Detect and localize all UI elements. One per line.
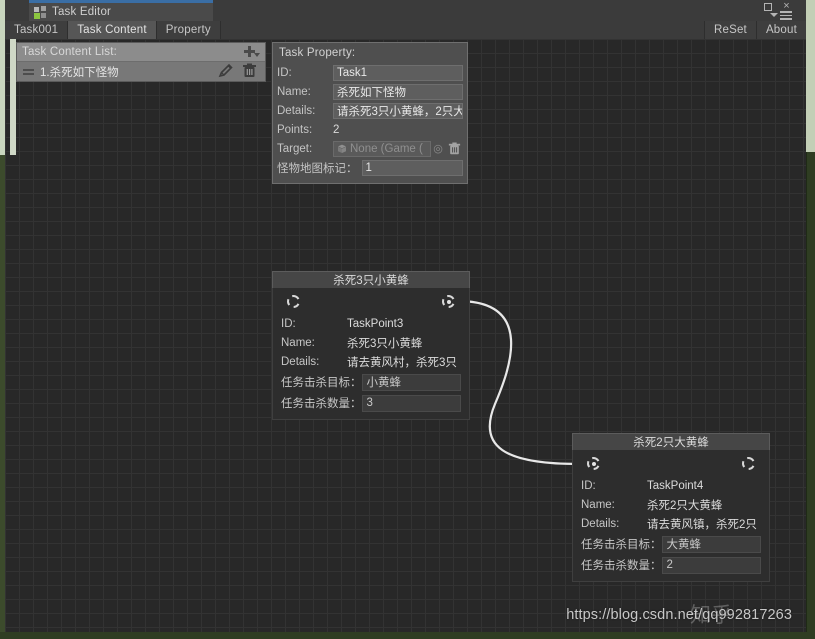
graph-node-taskpoint4[interactable]: 杀死2只大黄蜂 ID: TaskPoint4 Name: 杀死2只大黄蜂 Det…	[572, 433, 770, 582]
graph-node-taskpoint4-field-count-row: 任务击杀数量： 2	[581, 555, 761, 575]
property-row-id: ID: Task1	[277, 64, 463, 81]
graph-node-taskpoint3-label-kill-target: 任务击杀目标：	[281, 374, 362, 390]
graph-node-taskpoint4-row-name: Name: 杀死2只大黄蜂	[581, 495, 761, 514]
pencil-icon[interactable]	[217, 63, 236, 80]
node-graph-canvas[interactable]: Task Content List: 1.杀死如下怪物	[5, 39, 806, 632]
graph-node-taskpoint4-row-details: Details: 请去黄风镇，杀死2只	[581, 514, 761, 533]
graph-node-taskpoint4-input-socket[interactable]	[587, 457, 600, 470]
property-label-id: ID:	[277, 67, 333, 79]
unity-logo-icon	[34, 6, 47, 19]
graph-node-taskpoint3-body: ID: TaskPoint3 Name: 杀死3只小黄蜂 Details: 请去…	[272, 288, 470, 420]
drag-handle-icon[interactable]	[23, 69, 34, 75]
property-label-name: Name:	[277, 86, 333, 98]
property-input-name[interactable]: 杀死如下怪物	[333, 84, 463, 100]
reset-button[interactable]: ReSet	[704, 21, 756, 39]
graph-node-taskpoint4-label-details: Details:	[581, 518, 647, 530]
tab-property[interactable]: Property	[157, 21, 221, 39]
graph-node-taskpoint3-row-id: ID: TaskPoint3	[281, 314, 461, 333]
property-object-field-target[interactable]: None (Game (	[333, 141, 431, 157]
graph-node-taskpoint3[interactable]: 杀死3只小黄蜂 ID: TaskPoint3 Name: 杀死3只小黄蜂 Det…	[272, 271, 470, 420]
graph-node-taskpoint4-value-id: TaskPoint4	[647, 480, 703, 492]
graph-node-taskpoint4-output-socket[interactable]	[742, 457, 755, 470]
title-bar: Task Editor ×	[5, 0, 806, 21]
task-content-list-item-label: 1.杀死如下怪物	[40, 64, 211, 80]
property-label-monster-map-mark: 怪物地图标记：	[277, 160, 358, 176]
property-value-points: 2	[333, 124, 339, 136]
graph-node-taskpoint3-title[interactable]: 杀死3只小黄蜂	[272, 271, 470, 288]
toolbar-right-group: ReSet About	[704, 21, 806, 39]
graph-node-taskpoint3-field-target-row: 任务击杀目标： 小黄蜂	[281, 372, 461, 392]
task-content-list-header: Task Content List:	[17, 43, 265, 61]
property-input-details[interactable]: 请杀死3只小黄蜂，2只大黄	[333, 103, 463, 119]
window-title: Task Editor	[52, 6, 111, 18]
about-button[interactable]: About	[756, 21, 806, 39]
toolbar-spacer	[221, 21, 704, 39]
panel-menu-button[interactable]	[770, 11, 792, 20]
property-object-field-target-value: None (Game (	[350, 143, 423, 155]
task-content-list-panel: Task Content List: 1.杀死如下怪物	[16, 42, 266, 82]
window-frame-bottom	[0, 632, 815, 639]
graph-node-taskpoint3-input-socket[interactable]	[287, 295, 300, 308]
graph-node-taskpoint3-input-kill-target[interactable]: 小黄蜂	[362, 374, 462, 391]
graph-node-taskpoint4-title[interactable]: 杀死2只大黄蜂	[572, 433, 770, 450]
watermark-url: https://blog.csdn.net/qq992817263	[566, 607, 792, 623]
add-task-content-icon[interactable]	[243, 45, 260, 59]
target-trash-icon[interactable]	[445, 142, 463, 156]
property-label-details: Details:	[277, 105, 333, 117]
toolbar: Task001 Task Content Property ReSet Abou…	[5, 21, 806, 39]
graph-node-taskpoint4-input-kill-target[interactable]: 大黄蜂	[662, 536, 762, 553]
graph-node-taskpoint3-output-socket[interactable]	[442, 295, 455, 308]
graph-node-taskpoint4-socket-row	[581, 454, 761, 476]
chevron-down-icon	[770, 13, 778, 17]
property-row-name: Name: 杀死如下怪物	[277, 83, 463, 100]
trash-icon[interactable]	[242, 63, 261, 80]
graph-node-taskpoint4-label-id: ID:	[581, 480, 647, 492]
graph-node-taskpoint3-value-id: TaskPoint3	[347, 318, 403, 330]
graph-node-taskpoint3-label-name: Name:	[281, 337, 347, 349]
task-property-panel: Task Property: ID: Task1 Name: 杀死如下怪物 De…	[272, 42, 468, 184]
task-content-list-item[interactable]: 1.杀死如下怪物	[17, 61, 265, 81]
unity-task-editor-window: Task Editor × Task001 Task Content Prope…	[0, 0, 815, 639]
graph-node-taskpoint3-value-details: 请去黄风村，杀死3只	[347, 354, 457, 370]
graph-node-taskpoint3-socket-row	[281, 292, 461, 314]
graph-node-taskpoint3-label-id: ID:	[281, 318, 347, 330]
graph-node-taskpoint4-label-name: Name:	[581, 499, 647, 511]
property-row-details: Details: 请杀死3只小黄蜂，2只大黄	[277, 102, 463, 119]
property-row-points: Points: 2	[277, 121, 463, 138]
graph-node-taskpoint3-input-kill-count[interactable]: 3	[362, 395, 462, 412]
graph-node-taskpoint4-input-kill-count[interactable]: 2	[662, 557, 762, 574]
graph-node-taskpoint4-label-kill-count: 任务击杀数量：	[581, 557, 662, 573]
hamburger-icon	[780, 11, 792, 20]
window-frame-left	[0, 0, 5, 639]
graph-node-taskpoint4-value-details: 请去黄风镇，杀死2只	[647, 516, 757, 532]
graph-node-taskpoint3-label-kill-count: 任务击杀数量：	[281, 395, 362, 411]
graph-node-taskpoint4-value-name: 杀死2只大黄蜂	[647, 497, 722, 513]
graph-node-taskpoint3-row-details: Details: 请去黄风村，杀死3只	[281, 352, 461, 371]
graph-node-taskpoint3-row-name: Name: 杀死3只小黄蜂	[281, 333, 461, 352]
property-input-id[interactable]: Task1	[333, 65, 463, 81]
graph-node-taskpoint3-field-count-row: 任务击杀数量： 3	[281, 393, 461, 413]
task-property-title: Task Property:	[279, 47, 463, 59]
graph-node-taskpoint3-value-name: 杀死3只小黄蜂	[347, 335, 422, 351]
tab-task-content[interactable]: Task Content	[68, 21, 157, 39]
property-input-monster-map-mark[interactable]: 1	[362, 160, 464, 176]
canvas-vertical-scrollbar[interactable]	[10, 39, 16, 155]
property-row-monster-map-mark: 怪物地图标记： 1	[277, 159, 463, 176]
property-label-target: Target:	[277, 143, 333, 155]
property-label-points: Points:	[277, 124, 333, 136]
node-connection-edge	[458, 301, 578, 464]
target-picker-icon[interactable]: ◎	[431, 142, 445, 155]
tab-task001[interactable]: Task001	[5, 21, 68, 39]
task-content-list-title: Task Content List:	[22, 46, 243, 58]
property-row-target: Target: None (Game ( ◎	[277, 140, 463, 157]
window-frame-right-scrollbar[interactable]	[806, 0, 815, 152]
gameobject-cube-icon	[337, 144, 347, 154]
maximize-icon[interactable]	[764, 3, 772, 11]
graph-node-taskpoint3-label-details: Details:	[281, 356, 347, 368]
graph-node-taskpoint4-label-kill-target: 任务击杀目标：	[581, 536, 662, 552]
graph-node-taskpoint4-body: ID: TaskPoint4 Name: 杀死2只大黄蜂 Details: 请去…	[572, 450, 770, 582]
graph-node-taskpoint4-field-target-row: 任务击杀目标： 大黄蜂	[581, 534, 761, 554]
window-tab[interactable]: Task Editor	[29, 3, 213, 21]
graph-node-taskpoint4-row-id: ID: TaskPoint4	[581, 476, 761, 495]
